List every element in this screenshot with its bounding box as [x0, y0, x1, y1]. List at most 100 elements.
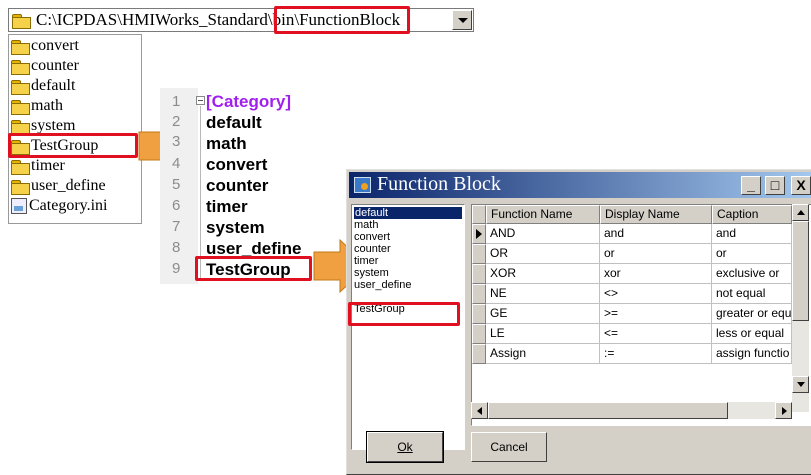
code-line: counter	[206, 176, 269, 195]
minimize-button[interactable]: _	[741, 176, 761, 195]
tree-item-label: convert	[31, 37, 79, 54]
cell-function-name[interactable]: LE	[486, 324, 600, 344]
category-item-default[interactable]: default	[354, 207, 462, 219]
code-line: timer	[206, 197, 248, 216]
tree-item-category-ini[interactable]: Category.ini	[11, 197, 108, 215]
fold-toggle-icon[interactable]	[196, 96, 205, 105]
ok-button[interactable]: Ok	[366, 431, 444, 463]
category-item-system[interactable]: system	[354, 267, 389, 279]
cell-caption[interactable]: greater or equ	[712, 304, 792, 324]
vertical-scroll-thumb[interactable]	[792, 221, 809, 321]
folder-icon	[11, 99, 30, 115]
dialog-title: Function Block	[377, 173, 501, 195]
tree-item-label: Category.ini	[29, 197, 108, 214]
highlight-testgroup-line	[195, 256, 312, 281]
cell-caption[interactable]: less or equal	[712, 324, 792, 344]
code-line: default	[206, 113, 262, 132]
code-line: system	[206, 218, 265, 237]
folder-icon	[11, 119, 30, 135]
column-header-display-name[interactable]: Display Name	[600, 205, 712, 224]
category-item-convert[interactable]: convert	[354, 231, 390, 243]
code-line: math	[206, 134, 247, 153]
cell-function-name[interactable]: OR	[486, 244, 600, 264]
function-grid: Function Name Display Name Caption AND a…	[471, 204, 811, 426]
cell-caption[interactable]: or	[712, 244, 792, 264]
row-header[interactable]	[472, 244, 486, 264]
cell-display-name[interactable]: :=	[600, 344, 712, 364]
category-item-timer[interactable]: timer	[354, 255, 378, 267]
cell-function-name[interactable]: Assign	[486, 344, 600, 364]
highlight-testgroup-category	[348, 302, 460, 326]
ini-file-icon	[11, 198, 27, 214]
fold-guide-line	[200, 106, 201, 278]
cell-display-name[interactable]: >=	[600, 304, 712, 324]
code-line-category-header: [Category]	[206, 92, 292, 111]
category-list[interactable]: default math convert counter timer syste…	[351, 204, 465, 450]
tree-item-math[interactable]: math	[11, 97, 63, 115]
horizontal-scrollbar[interactable]	[471, 402, 792, 419]
category-item-user-define[interactable]: user_define	[354, 279, 412, 291]
grid-corner-header	[472, 205, 486, 224]
close-button[interactable]: X	[791, 176, 811, 195]
row-header[interactable]	[472, 304, 486, 324]
cell-function-name[interactable]: AND	[486, 224, 600, 244]
tree-item-label: user_define	[31, 177, 106, 194]
cell-display-name[interactable]: <=	[600, 324, 712, 344]
cell-caption[interactable]: exclusive or	[712, 264, 792, 284]
folder-icon	[11, 39, 30, 55]
current-row-pointer-icon	[476, 229, 482, 239]
scroll-down-arrow-icon[interactable]	[792, 376, 809, 393]
vertical-scrollbar[interactable]	[792, 204, 809, 412]
cell-caption[interactable]: assign functio	[712, 344, 792, 364]
tree-item-user-define[interactable]: user_define	[11, 177, 106, 195]
line-number: 1	[172, 93, 181, 110]
tree-item-label: timer	[31, 157, 65, 174]
column-header-function-name[interactable]: Function Name	[486, 205, 600, 224]
scroll-up-arrow-icon[interactable]	[792, 204, 809, 221]
tree-item-label: default	[31, 77, 76, 94]
cell-caption[interactable]: not equal	[712, 284, 792, 304]
category-item-counter[interactable]: counter	[354, 243, 391, 255]
folder-icon	[11, 159, 30, 175]
cell-function-name[interactable]: NE	[486, 284, 600, 304]
tree-item-label: counter	[31, 57, 79, 74]
tree-item-counter[interactable]: counter	[11, 57, 79, 75]
dropdown-arrow-button[interactable]	[452, 10, 472, 30]
horizontal-scroll-thumb[interactable]	[488, 402, 728, 419]
cell-display-name[interactable]: xor	[600, 264, 712, 284]
category-item-math[interactable]: math	[354, 219, 378, 231]
scroll-right-arrow-icon[interactable]	[775, 402, 792, 419]
line-number: 8	[172, 239, 181, 256]
title-bar[interactable]: Function Block _ □ X	[349, 172, 811, 198]
highlight-bin-functionblock	[274, 6, 410, 34]
cancel-button[interactable]: Cancel	[471, 432, 547, 462]
cell-function-name[interactable]: XOR	[486, 264, 600, 284]
line-number: 2	[172, 113, 181, 130]
maximize-button[interactable]: □	[765, 176, 785, 195]
cell-display-name[interactable]: or	[600, 244, 712, 264]
cell-function-name[interactable]: GE	[486, 304, 600, 324]
highlight-testgroup-folder	[8, 133, 138, 158]
scroll-left-arrow-icon[interactable]	[471, 402, 488, 419]
tree-item-timer[interactable]: timer	[11, 157, 65, 175]
row-header-current[interactable]	[472, 224, 486, 244]
cell-caption[interactable]: and	[712, 224, 792, 244]
category-ini-editor: 1 2 3 4 5 6 7 8 9 [Category] default mat…	[160, 88, 312, 284]
tree-item-convert[interactable]: convert	[11, 37, 79, 55]
line-number: 4	[172, 155, 181, 172]
app-icon	[354, 177, 371, 193]
ok-button-label: Ok	[397, 440, 413, 454]
line-number: 3	[172, 133, 181, 150]
row-header[interactable]	[472, 344, 486, 364]
cell-display-name[interactable]: and	[600, 224, 712, 244]
cell-display-name[interactable]: <>	[600, 284, 712, 304]
folder-tree: convert counter default math system Test…	[8, 34, 142, 224]
line-number: 7	[172, 218, 181, 235]
folder-open-icon	[12, 13, 31, 29]
row-header[interactable]	[472, 284, 486, 304]
tree-item-default[interactable]: default	[11, 77, 75, 95]
column-header-caption[interactable]: Caption	[712, 205, 792, 224]
line-number: 9	[172, 260, 181, 277]
row-header[interactable]	[472, 324, 486, 344]
row-header[interactable]	[472, 264, 486, 284]
